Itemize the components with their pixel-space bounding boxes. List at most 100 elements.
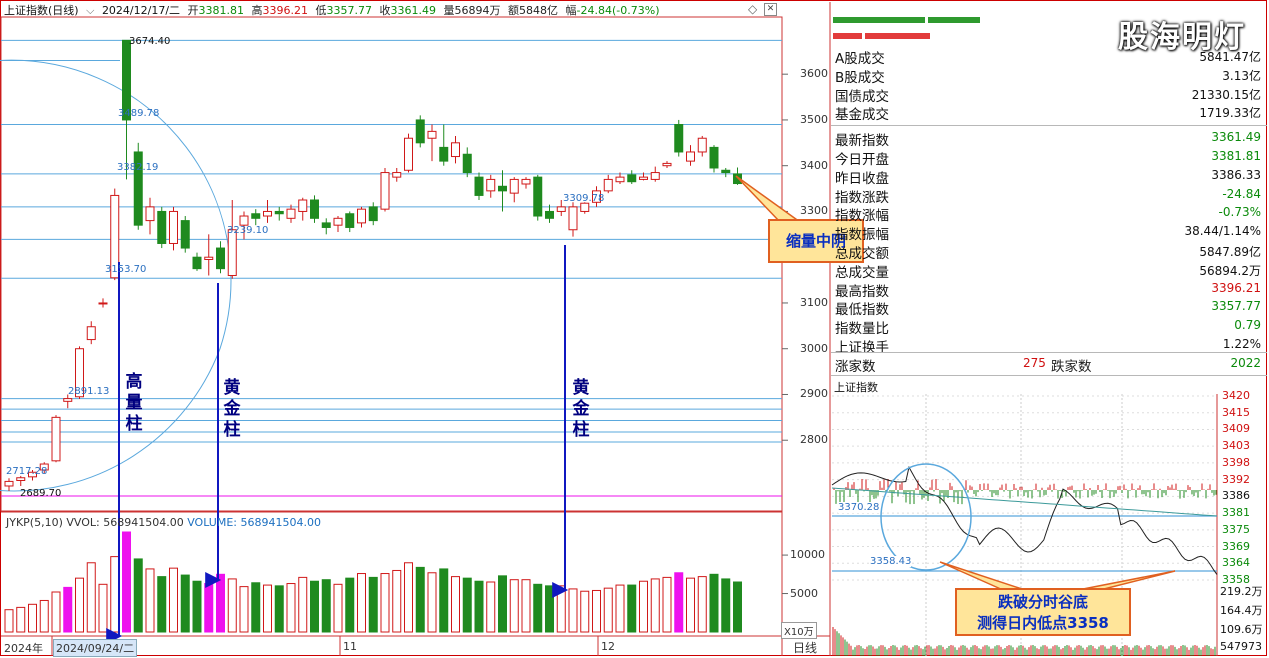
candle-down xyxy=(216,247,225,270)
candle-down xyxy=(709,146,719,169)
y-tick-label: 3100 xyxy=(800,295,828,309)
x-label-month-11: 11 xyxy=(343,640,357,653)
candle-down xyxy=(439,146,449,162)
volume-bar xyxy=(686,577,695,633)
volume-tick-label: 5000 xyxy=(790,586,818,600)
chevron-down-icon[interactable]: ⌵ xyxy=(86,4,94,17)
volume-bar xyxy=(192,580,202,633)
info-row: 国债成交 21330.15亿 xyxy=(833,85,1265,105)
candle-down xyxy=(533,176,543,217)
candle-down xyxy=(192,256,202,270)
panel-divider xyxy=(831,375,1267,376)
volume-bar xyxy=(533,583,543,633)
price-level-label: 3382.19 xyxy=(117,162,159,173)
close-icon[interactable]: ✕ xyxy=(764,3,777,16)
volume-bar xyxy=(39,599,49,633)
volume-bar xyxy=(263,584,272,633)
panel-bar-red-2 xyxy=(865,33,930,39)
volume-bar xyxy=(545,585,554,633)
volume-unit: X10万 xyxy=(781,622,817,639)
mini-price-tick: 3415 xyxy=(1222,405,1250,419)
candle-up xyxy=(239,215,249,226)
info-row-label: 总成交量 xyxy=(835,264,889,281)
info-row: 总成交额 5847.89亿 xyxy=(833,242,1265,262)
volume-bar xyxy=(733,581,742,633)
info-row-value: -24.84 xyxy=(1222,186,1261,201)
candle-up xyxy=(4,480,14,487)
volume-value: 56894万 xyxy=(454,4,501,17)
candle-down xyxy=(474,176,484,196)
volume-bar xyxy=(509,579,519,633)
volume-bar xyxy=(427,572,437,633)
mini-price-tick: 3381 xyxy=(1222,506,1250,520)
volume-bar xyxy=(310,580,319,633)
candle-up xyxy=(145,206,155,222)
candle-up xyxy=(521,178,531,185)
volume-bar xyxy=(662,576,672,633)
info-row-value: 5847.89亿 xyxy=(1199,245,1261,259)
price-level-label: 2689.70 xyxy=(20,488,62,499)
volume-bar xyxy=(180,574,190,633)
info-row-value: 1719.33亿 xyxy=(1199,106,1261,121)
rise-count: 275 xyxy=(1023,356,1046,370)
mini-price-tick: 3420 xyxy=(1222,389,1250,402)
candle-down xyxy=(251,213,261,219)
panel-bar-green-2 xyxy=(928,17,980,23)
open-label: 开 xyxy=(187,4,199,17)
info-row-label: A股成交 xyxy=(835,51,885,67)
y-tick-label: 3400 xyxy=(800,158,828,172)
volume-bar xyxy=(51,591,61,633)
candle-up xyxy=(615,176,625,183)
y-tick-label: 3600 xyxy=(800,67,828,81)
volume-bar xyxy=(28,603,37,633)
price-level-label: 3309.78 xyxy=(563,193,605,204)
volume-bar xyxy=(169,567,178,633)
volume-bar xyxy=(98,583,108,633)
x-label-month-12: 12 xyxy=(601,640,615,653)
candle-up xyxy=(697,137,707,153)
candle-down xyxy=(180,220,190,249)
volume-bar xyxy=(321,579,331,633)
candle-up xyxy=(380,172,390,210)
volume-bar xyxy=(392,569,402,633)
volume-bar xyxy=(380,573,390,633)
candle-up xyxy=(51,416,61,462)
mini-price-tick: 3364 xyxy=(1222,556,1250,570)
candle-down xyxy=(415,119,425,144)
info-row: 最低指数 3357.77 xyxy=(833,298,1265,318)
price-level-label: 3153.70 xyxy=(105,264,147,275)
candle-up xyxy=(286,208,296,219)
candle-up xyxy=(486,178,496,192)
info-row-label: B股成交 xyxy=(835,69,885,86)
volume-bar xyxy=(204,583,214,633)
volume-bar xyxy=(615,584,625,633)
diamond-icon[interactable]: ◇ xyxy=(748,2,757,16)
candle-down xyxy=(157,210,167,244)
info-row-label: 昨日收盘 xyxy=(835,170,889,187)
low-value: 3357.77 xyxy=(326,4,373,17)
high-label: 高 xyxy=(251,4,263,17)
volume-bar xyxy=(157,576,167,633)
chart-header: 上证指数(日线) ⌵ 2024/12/17/二 开3381.81 高3396.2… xyxy=(4,2,664,18)
info-row: B股成交 3.13亿 xyxy=(833,66,1265,86)
info-row: 最高指数 3396.21 xyxy=(833,280,1265,300)
y-tick-label: 3300 xyxy=(800,204,828,218)
volume-bar xyxy=(274,585,284,633)
volume-bar xyxy=(216,573,225,633)
info-row-value: 3.13亿 xyxy=(1222,68,1261,83)
breadth-row: 涨家数 275 跌家数 2022 xyxy=(833,355,1265,375)
volume-bar xyxy=(521,579,531,633)
volume-bar xyxy=(486,581,496,633)
volume-bar xyxy=(721,578,731,633)
mini-level-label: 3358.43 xyxy=(870,556,912,567)
candle-up xyxy=(451,142,460,158)
amount-value: 5848亿 xyxy=(519,4,559,17)
candle-up xyxy=(263,210,272,217)
volume-bar xyxy=(404,562,413,633)
candle-up xyxy=(392,172,402,178)
open-value: 3381.81 xyxy=(198,4,245,17)
candle-up xyxy=(63,398,73,402)
period-daily-tab[interactable]: 日线 xyxy=(793,639,817,656)
info-row: 指数涨跌 -24.84 xyxy=(833,186,1265,206)
volume-bar xyxy=(239,586,249,633)
